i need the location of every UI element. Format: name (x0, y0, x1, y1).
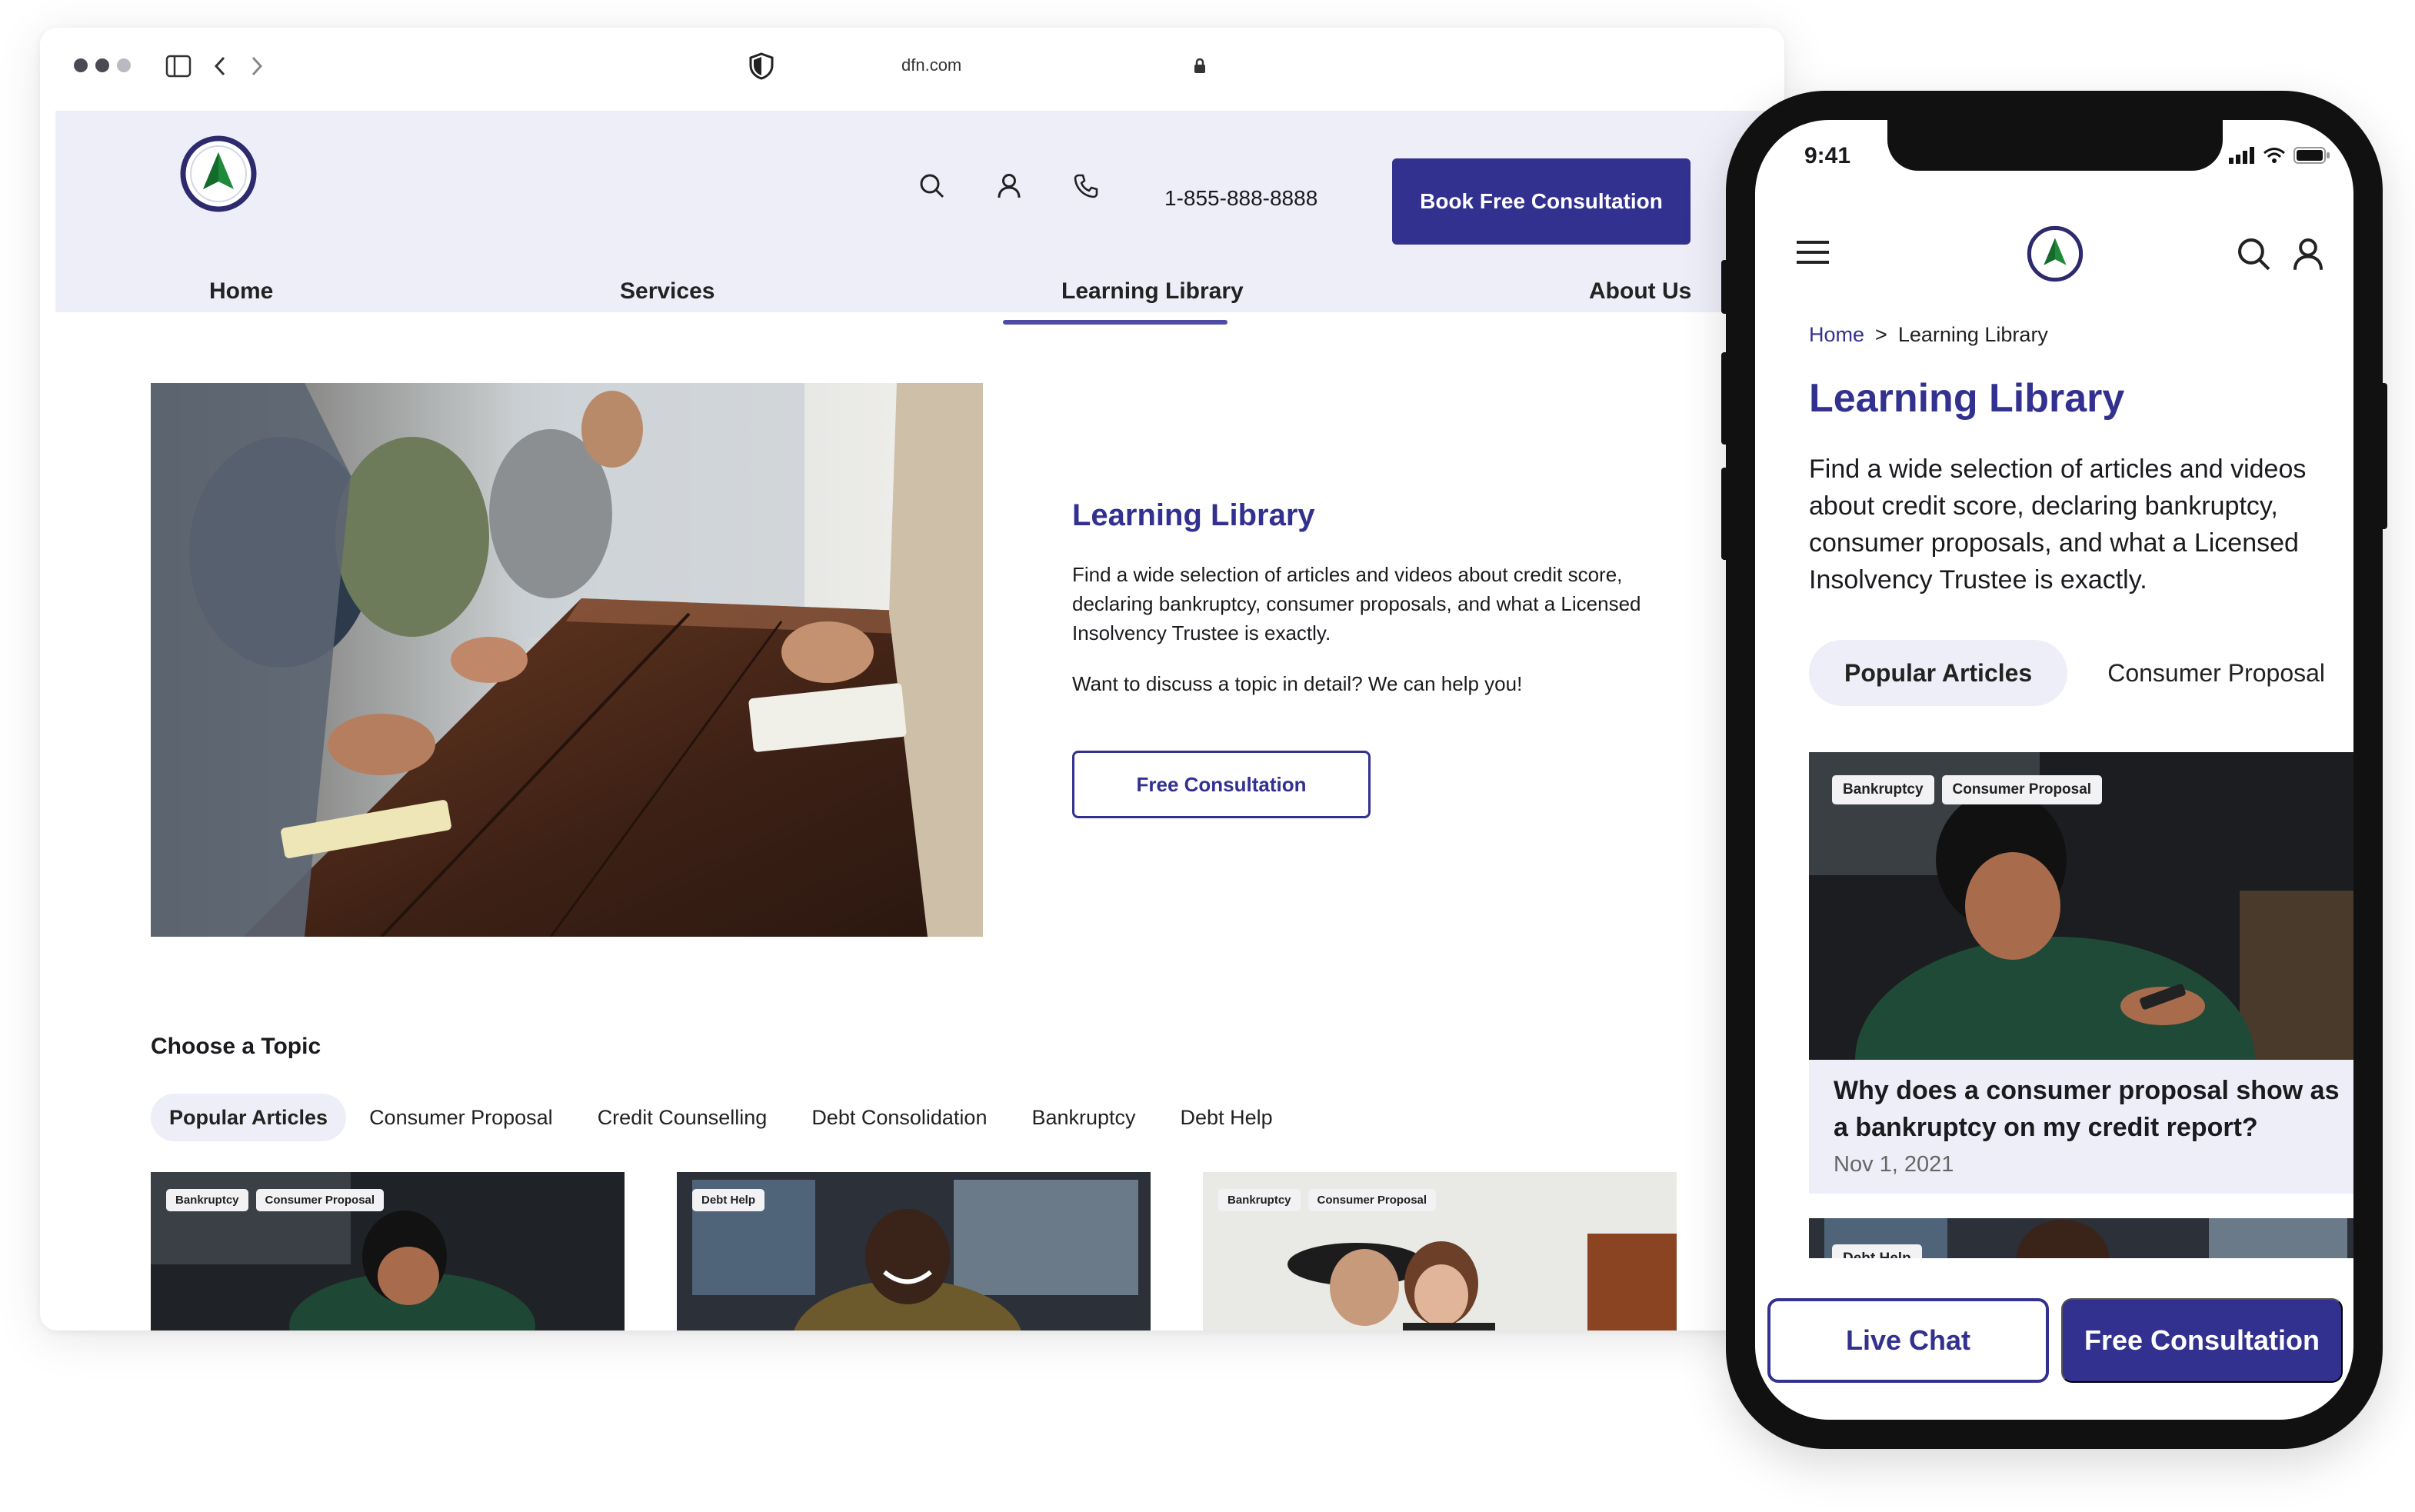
window-controls[interactable] (74, 58, 131, 72)
battery-icon (2293, 147, 2330, 164)
article-tags: Bankruptcy Consumer Proposal (1832, 775, 2103, 804)
active-nav-indicator (1003, 320, 1227, 325)
browser-toolbar: dfn.com (40, 28, 1784, 111)
article-card[interactable]: Bankruptcy Consumer Proposal Why does a … (1809, 752, 2353, 1194)
phone-notch (1887, 120, 2223, 171)
topic-tabs: Popular Articles Consumer Proposal (1809, 640, 2325, 706)
phone-power-button (2380, 383, 2387, 529)
article-tags: Bankruptcy Consumer Proposal (1218, 1189, 1437, 1211)
breadcrumb-current: Learning Library (1897, 323, 2048, 346)
hero-image (151, 383, 983, 937)
search-icon[interactable] (2237, 237, 2273, 274)
status-time: 9:41 (1804, 143, 1851, 168)
shield-icon (744, 49, 778, 83)
topic-heading: Choose a Topic (151, 1034, 321, 1059)
nav-learning-library[interactable]: Learning Library (1061, 278, 1244, 305)
topic-tabs: Popular Articles Consumer Proposal Credi… (151, 1094, 1317, 1141)
phone-number[interactable]: 1-855-888-8888 (1164, 186, 1317, 211)
tag-badge[interactable]: Consumer Proposal (1307, 1189, 1437, 1211)
page-description: Find a wide selection of articles and vi… (1809, 455, 2307, 594)
article-card[interactable]: Debt Help (1809, 1218, 2353, 1258)
hero-help-text: Want to discuss a topic in detail? We ca… (1072, 672, 1523, 695)
topic-consumer-proposal[interactable]: Consumer Proposal (369, 1094, 553, 1141)
signal-icon (2229, 147, 2254, 164)
status-icons (2229, 146, 2330, 165)
free-consultation-button[interactable]: Free Consultation (2061, 1298, 2343, 1383)
phone-device: 9:41 Home > Learning Library Learning Libr… (1721, 91, 2387, 1449)
topic-debt-consolidation[interactable]: Debt Consolidation (811, 1094, 987, 1141)
hamburger-menu-icon[interactable] (1797, 240, 1829, 268)
nav-about-us[interactable]: About Us (1589, 278, 1691, 305)
topic-credit-counselling[interactable]: Credit Counselling (598, 1094, 768, 1141)
breadcrumb: Home > Learning Library (1809, 323, 2048, 347)
breadcrumb-home[interactable]: Home (1809, 323, 1864, 346)
wifi-icon (2263, 148, 2285, 163)
phone-icon[interactable] (1069, 169, 1103, 203)
brand-logo[interactable] (2026, 225, 2084, 283)
hero-title: Learning Library (1072, 498, 1315, 532)
search-icon[interactable] (915, 169, 949, 203)
article-title[interactable]: Why does a consumer proposal show as a b… (1834, 1072, 2341, 1146)
brand-logo[interactable] (178, 134, 258, 214)
nav-home[interactable]: Home (209, 278, 273, 305)
browser-window: dfn.com 1-855-888-8888 Book Free Consult… (40, 28, 1784, 1330)
tab-consumer-proposal[interactable]: Consumer Proposal (2107, 640, 2325, 706)
phone-mute-switch (1721, 260, 1729, 314)
forward-arrow-icon[interactable] (240, 49, 274, 83)
article-card[interactable]: Bankruptcy Consumer Proposal (1203, 1172, 1677, 1330)
tag-badge[interactable]: Bankruptcy (1218, 1189, 1301, 1211)
live-chat-button[interactable]: Live Chat (1767, 1298, 2049, 1383)
back-arrow-icon[interactable] (203, 49, 237, 83)
book-consultation-button[interactable]: Book Free Consultation (1392, 158, 1690, 245)
user-icon[interactable] (992, 169, 1026, 203)
url-bar[interactable]: dfn.com (901, 55, 961, 75)
topic-popular-articles[interactable]: Popular Articles (151, 1094, 347, 1141)
tag-badge[interactable]: Consumer Proposal (255, 1189, 385, 1211)
breadcrumb-separator: > (1875, 323, 1887, 346)
topic-debt-help[interactable]: Debt Help (1181, 1094, 1273, 1141)
tag-badge[interactable]: Debt Help (1832, 1244, 1922, 1258)
tab-popular-articles[interactable]: Popular Articles (1809, 640, 2068, 706)
user-icon[interactable] (2292, 237, 2329, 274)
hero-description: Find a wide selection of articles and vi… (1072, 563, 1641, 644)
tag-badge[interactable]: Debt Help (692, 1189, 765, 1211)
topic-bankruptcy[interactable]: Bankruptcy (1031, 1094, 1135, 1141)
article-tags: Debt Help (692, 1189, 765, 1211)
free-consultation-button[interactable]: Free Consultation (1072, 751, 1371, 818)
page-title: Learning Library (1809, 376, 2125, 421)
article-tags: Bankruptcy Consumer Proposal (166, 1189, 385, 1211)
tag-badge[interactable]: Consumer Proposal (1941, 775, 2103, 804)
sidebar-toggle-icon[interactable] (162, 49, 195, 83)
tag-badge[interactable]: Bankruptcy (166, 1189, 248, 1211)
phone-screen: 9:41 Home > Learning Library Learning Libr… (1755, 120, 2353, 1420)
site-header: 1-855-888-8888 Book Free Consultation Ho… (55, 111, 1784, 325)
phone-volume-up (1721, 352, 1729, 445)
lock-icon (1183, 49, 1217, 83)
phone-volume-down (1721, 468, 1729, 560)
article-card[interactable]: Debt Help (677, 1172, 1151, 1330)
nav-services[interactable]: Services (620, 278, 715, 305)
article-card[interactable]: Bankruptcy Consumer Proposal (151, 1172, 625, 1330)
article-date: Nov 1, 2021 (1834, 1152, 1954, 1177)
article-tags: Debt Help (1832, 1244, 1922, 1258)
tag-badge[interactable]: Bankruptcy (1832, 775, 1934, 804)
